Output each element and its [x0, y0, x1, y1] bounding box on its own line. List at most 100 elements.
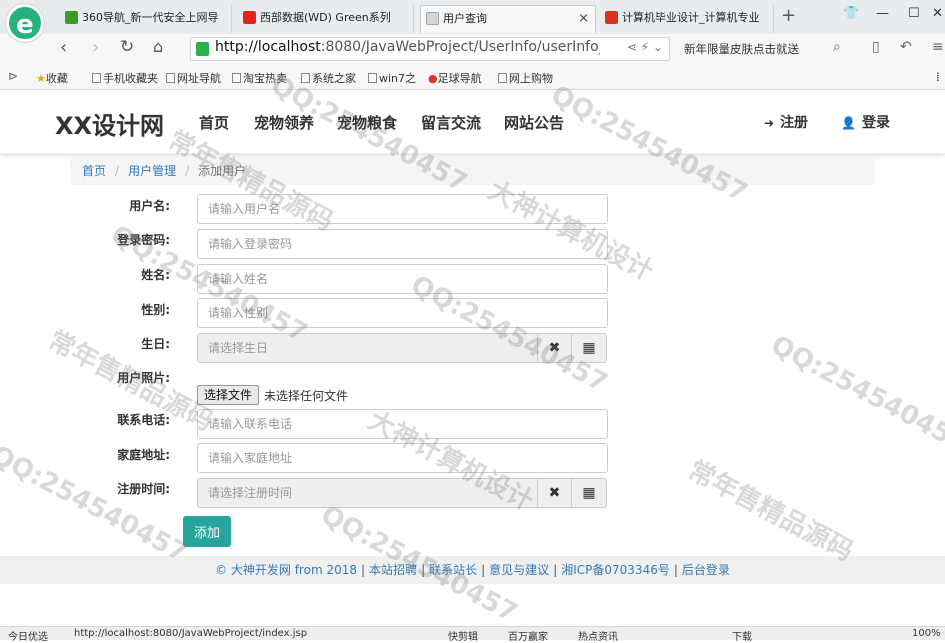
bookmark-item[interactable]: ★收藏	[36, 70, 68, 86]
star-icon: ★	[36, 72, 46, 85]
grid-icon[interactable]: ⁞	[936, 70, 940, 84]
add-button[interactable]: 添加	[183, 516, 231, 547]
bookmark-item[interactable]: ●足球导航	[428, 70, 482, 86]
url-share-icon[interactable]: ⋖ ⚡ ⌄	[627, 40, 663, 54]
status-quick-clip[interactable]: 快剪辑	[448, 628, 478, 643]
breadcrumb: 首页 / 用户管理 / 添加用户	[70, 157, 875, 185]
bookmark-item[interactable]: 网上购物	[498, 70, 553, 86]
gender-input[interactable]	[197, 298, 608, 328]
nav-message-board[interactable]: 留言交流	[421, 112, 481, 133]
username-input[interactable]	[197, 194, 608, 224]
search-icon[interactable]: ⌕	[833, 39, 841, 55]
tab-favicon-icon	[65, 11, 78, 24]
page-icon	[498, 73, 507, 83]
bookmarks-toggle-icon[interactable]: ⊳	[8, 69, 18, 83]
bookmark-item[interactable]: 系统之家	[301, 70, 356, 86]
register-label: 注册	[780, 115, 809, 131]
address-label: 家庭地址:	[117, 448, 170, 462]
reg-time-input[interactable]	[197, 478, 538, 508]
maximize-icon[interactable]: ☐	[908, 6, 920, 21]
site-logo[interactable]: XX设计网	[55, 106, 164, 141]
birthday-label: 生日:	[141, 337, 170, 351]
gender-label: 性别:	[141, 303, 170, 317]
bookmark-label: 手机收藏夹	[103, 72, 158, 85]
nav-home[interactable]: 首页	[199, 112, 229, 133]
url-path: :8080/JavaWebProject/UserInfo/userInfo_f…	[320, 39, 600, 55]
reg-time-calendar-icon[interactable]: ▦	[572, 478, 607, 508]
bookmark-label: 收藏	[45, 72, 68, 85]
url-input[interactable]: http://localhost:8080/JavaWebProject/Use…	[190, 37, 670, 61]
password-input[interactable]	[197, 229, 608, 259]
bookmarks-bar: ⊳ ★收藏 手机收藏夹 网址导航 淘宝热卖 系统之家 win7之 ●足球导航 网…	[0, 64, 945, 90]
watermark-text: QQ:254540457	[765, 330, 945, 459]
page-icon	[301, 73, 310, 83]
name-input[interactable]	[197, 264, 608, 294]
breadcrumb-current: 添加用户	[198, 164, 247, 178]
forward-icon[interactable]: ›	[92, 37, 99, 58]
footer-separator: |	[673, 563, 678, 577]
nav-pet-food[interactable]: 宠物粮食	[337, 112, 397, 133]
bookmark-item[interactable]: 网址导航	[166, 70, 221, 86]
file-status: 未选择任何文件	[264, 389, 349, 403]
bookmark-item[interactable]: 淘宝热卖	[232, 70, 287, 86]
menu-icon[interactable]: ≡	[932, 39, 944, 55]
tab-favicon-icon	[426, 12, 439, 25]
tab-wd-green[interactable]: 西部数据(WD) Green系列	[238, 5, 414, 33]
tab-360-nav[interactable]: 360导航_新一代安全上网导	[60, 5, 232, 33]
secure-icon	[196, 42, 209, 56]
bookmark-label: 足球导航	[437, 72, 482, 85]
browser-logo-icon[interactable]: e	[6, 4, 44, 42]
login-link[interactable]: 👤 登录	[841, 112, 890, 132]
phone-input[interactable]	[197, 409, 608, 439]
bookmark-item[interactable]: 手机收藏夹	[92, 70, 158, 86]
tab-user-query[interactable]: 用户查询 ×	[420, 5, 596, 33]
promo-link[interactable]: 新年限量皮肤点击就送	[684, 41, 799, 57]
register-link[interactable]: ➜ 注册	[764, 112, 808, 132]
close-window-icon[interactable]: ✕	[932, 6, 943, 21]
nav-pet-adoption[interactable]: 宠物领养	[254, 112, 314, 133]
footer-copyright: © 大神开发网 from 2018	[215, 563, 357, 577]
status-million-winner[interactable]: 百万赢家	[508, 628, 548, 643]
bookmark-item[interactable]: win7之	[368, 70, 416, 86]
reload-icon[interactable]: ↻	[120, 37, 134, 57]
tab-graduation-design[interactable]: 计算机毕业设计_计算机专业	[600, 5, 774, 33]
nav-announcements[interactable]: 网站公告	[504, 112, 564, 133]
bookmark-label: 淘宝热卖	[243, 72, 287, 85]
home-icon[interactable]: ⌂	[153, 37, 163, 56]
tab-close-icon[interactable]: ×	[578, 6, 589, 32]
footer-link-jobs[interactable]: 本站招聘	[369, 563, 417, 577]
breadcrumb-home[interactable]: 首页	[82, 164, 106, 178]
status-today-picks[interactable]: 今日优选	[8, 628, 48, 643]
url-text: http://localhost:8080/JavaWebProject/Use…	[215, 39, 600, 55]
watermark-text: 常年售精品源码	[683, 455, 858, 568]
back-icon[interactable]: ‹	[60, 37, 67, 58]
shirt-skin-icon[interactable]: 👕	[843, 6, 859, 21]
bookmark-label: win7之	[379, 72, 417, 85]
breadcrumb-user-management[interactable]: 用户管理	[128, 164, 176, 178]
new-tab-button[interactable]: +	[781, 5, 796, 26]
sign-in-icon: ➜	[764, 116, 775, 130]
site-footer: © 大神开发网 from 2018 | 本站招聘 | 联系站长 | 意见与建议 | 湘ICP备0…	[0, 556, 945, 584]
footer-link-admin-login[interactable]: 后台登录	[682, 563, 730, 577]
tab-label: 360导航_新一代安全上网导	[82, 11, 219, 24]
ball-icon: ●	[428, 72, 438, 85]
choose-file-button[interactable]: 选择文件	[197, 385, 260, 405]
footer-link-feedback[interactable]: 意见与建议	[489, 563, 549, 577]
footer-separator: |	[553, 563, 558, 577]
birthday-clear-icon[interactable]: ✖	[537, 333, 572, 363]
minimize-icon[interactable]: —	[876, 6, 889, 21]
undo-icon[interactable]: ↶	[900, 39, 912, 55]
birthday-calendar-icon[interactable]: ▦	[572, 333, 607, 363]
footer-link-icp[interactable]: 湘ICP备0703346号	[561, 563, 670, 577]
footer-link-contact[interactable]: 联系站长	[429, 563, 477, 577]
status-download[interactable]: 下载	[732, 628, 752, 643]
page-icon	[166, 73, 175, 83]
reg-time-clear-icon[interactable]: ✖	[537, 478, 572, 508]
password-label: 登录密码:	[117, 233, 170, 247]
mobile-icon[interactable]: ▯	[872, 39, 880, 55]
status-zoom[interactable]: 100%	[912, 628, 941, 639]
status-hot-news[interactable]: 热点资讯	[578, 628, 618, 643]
birthday-input[interactable]	[197, 333, 538, 363]
address-input[interactable]	[197, 443, 608, 473]
tab-label: 西部数据(WD) Green系列	[260, 11, 391, 24]
